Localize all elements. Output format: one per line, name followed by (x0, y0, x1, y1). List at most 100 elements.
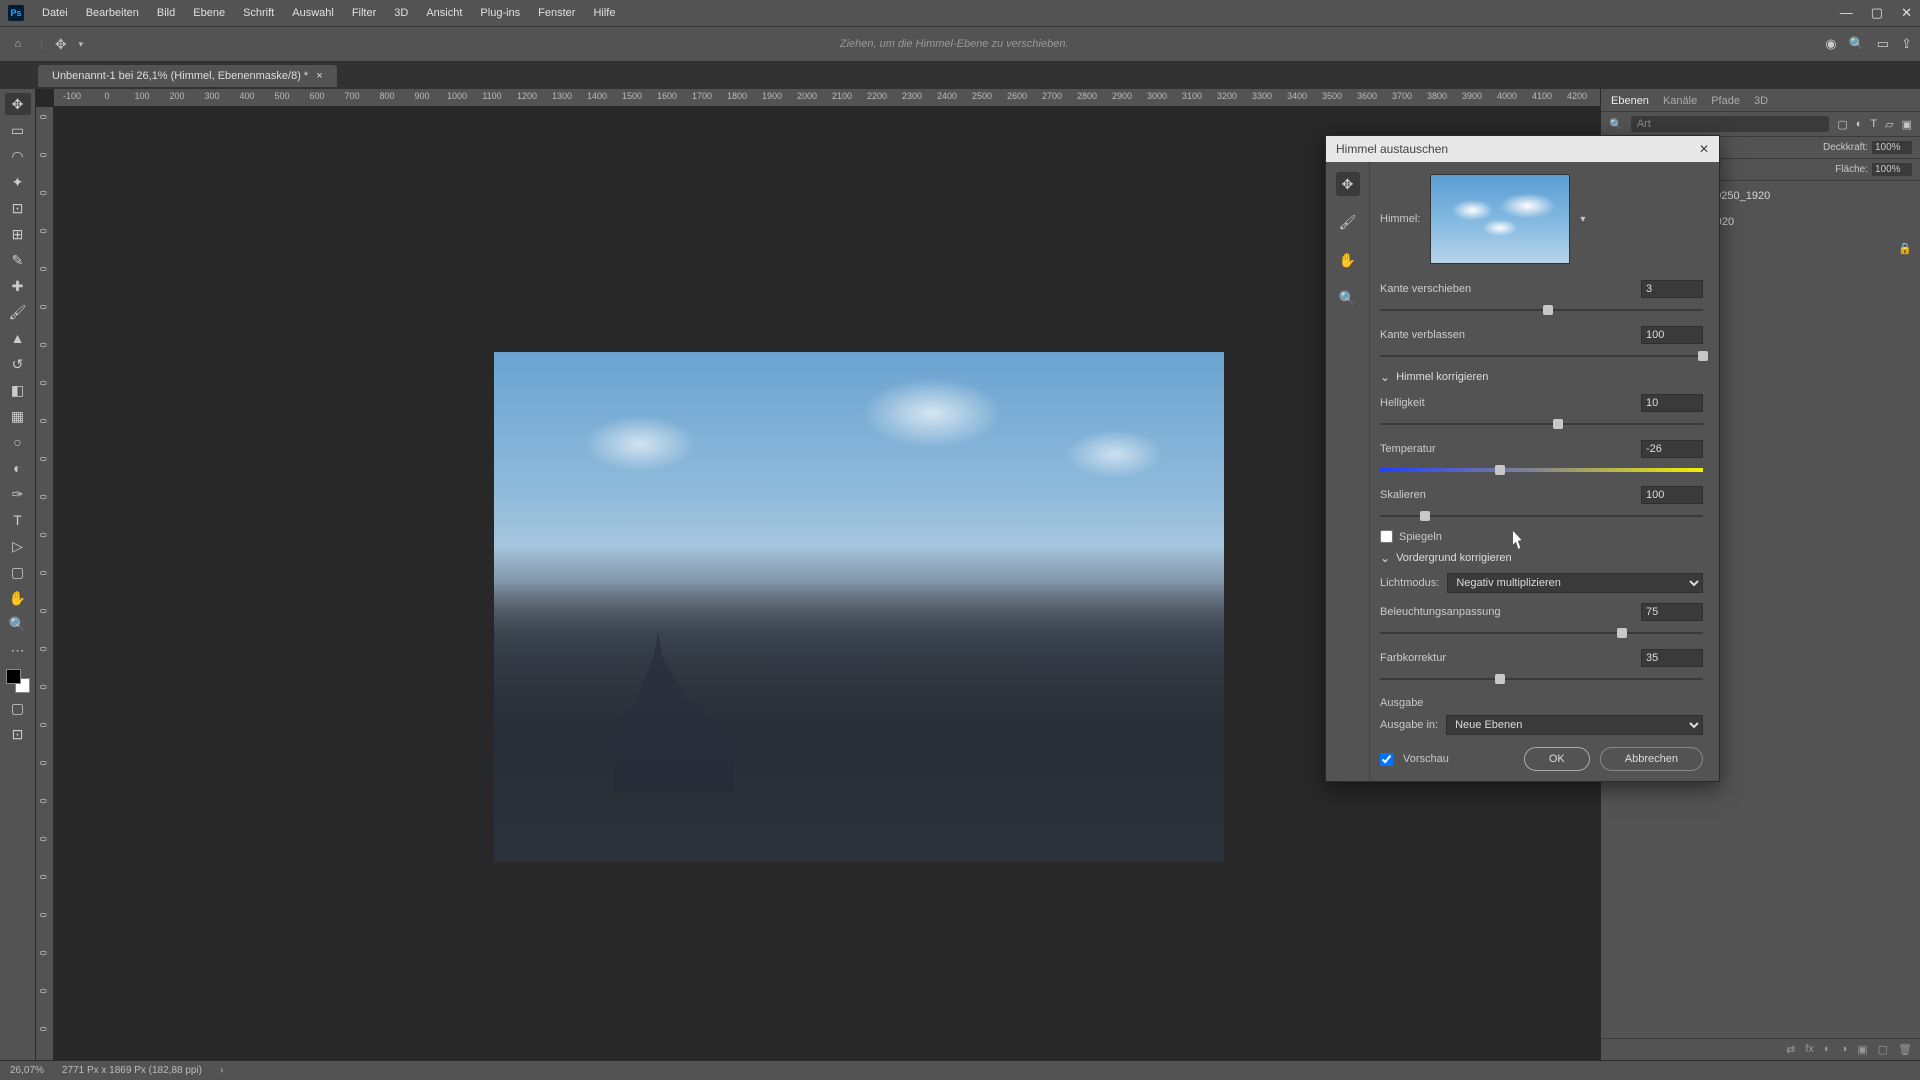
filter-image-icon[interactable]: ▢ (1837, 118, 1847, 131)
gradient-tool[interactable]: ▦ (5, 405, 31, 427)
tab-3d[interactable]: 3D (1754, 95, 1768, 107)
section-fg-correct[interactable]: Vordergrund korrigieren (1380, 551, 1703, 565)
chevron-right-icon[interactable]: › (220, 1065, 223, 1076)
lasso-tool[interactable]: ◠ (5, 145, 31, 167)
dialog-brush-tool[interactable]: 🖌 (1336, 210, 1360, 234)
eraser-tool[interactable]: ◧ (5, 379, 31, 401)
tab-ebenen[interactable]: Ebenen (1611, 95, 1649, 107)
filter-shape-icon[interactable]: ▱ (1885, 118, 1893, 131)
heal-tool[interactable]: ✚ (5, 275, 31, 297)
menu-ansicht[interactable]: Ansicht (426, 7, 462, 19)
fx-icon[interactable]: fx (1805, 1043, 1814, 1056)
eyedropper-tool[interactable]: ✎ (5, 249, 31, 271)
zoom-tool[interactable]: 🔍 (5, 613, 31, 635)
tab-close-icon[interactable]: × (316, 70, 322, 82)
minimize-icon[interactable]: — (1840, 5, 1853, 21)
menu-bild[interactable]: Bild (157, 7, 175, 19)
sky-preset-thumb[interactable] (1430, 174, 1570, 264)
trash-icon[interactable]: 🗑 (1898, 1043, 1912, 1056)
fill-input[interactable] (1872, 163, 1912, 176)
workspace-icon[interactable]: ▭ (1877, 36, 1889, 52)
edge-fade-input[interactable] (1641, 326, 1703, 344)
menu-plugins[interactable]: Plug-ins (480, 7, 520, 19)
menu-ebene[interactable]: Ebene (193, 7, 225, 19)
edge-shift-slider[interactable] (1380, 302, 1703, 318)
group-icon[interactable]: ▣ (1857, 1043, 1867, 1056)
tab-pfade[interactable]: Pfade (1711, 95, 1740, 107)
menu-auswahl[interactable]: Auswahl (292, 7, 334, 19)
menu-hilfe[interactable]: Hilfe (593, 7, 615, 19)
mask-icon[interactable]: ◐ (1824, 1043, 1831, 1056)
quickmask-tool[interactable]: ▢ (5, 697, 31, 719)
document-tab[interactable]: Unbenannt-1 bei 26,1% (Himmel, Ebenenmas… (38, 65, 337, 87)
lighting-slider[interactable] (1380, 625, 1703, 641)
opacity-input[interactable] (1872, 141, 1912, 154)
move-tool-icon[interactable]: ✥ (55, 36, 67, 53)
filter-smart-icon[interactable]: ▣ (1902, 118, 1912, 131)
preview-checkbox[interactable] (1380, 753, 1393, 766)
color-adj-input[interactable] (1641, 649, 1703, 667)
ruler-vertical[interactable]: 0000000000000000000000000 (36, 107, 54, 1060)
move-tool[interactable]: ✥ (5, 93, 31, 115)
tab-kanaele[interactable]: Kanäle (1663, 95, 1697, 107)
filter-type-icon[interactable]: T (1870, 118, 1877, 130)
pen-tool[interactable]: ✑ (5, 483, 31, 505)
doc-info[interactable]: 2771 Px x 1869 Px (182,88 ppi) (62, 1065, 202, 1076)
search-icon[interactable]: 🔍 (1849, 36, 1865, 52)
dialog-titlebar[interactable]: Himmel austauschen ✕ (1326, 136, 1719, 162)
lighting-input[interactable] (1641, 603, 1703, 621)
close-icon[interactable]: ✕ (1699, 142, 1709, 156)
output-select[interactable]: Neue Ebenen (1446, 715, 1703, 735)
temperature-slider[interactable] (1380, 462, 1703, 478)
hand-tool[interactable]: ✋ (5, 587, 31, 609)
layer-filter[interactable]: Art (1631, 116, 1830, 132)
menu-fenster[interactable]: Fenster (538, 7, 575, 19)
link-layers-icon[interactable]: ⇄ (1786, 1043, 1795, 1056)
stamp-tool[interactable]: ▲ (5, 327, 31, 349)
section-sky-correct[interactable]: Himmel korrigieren (1380, 370, 1703, 384)
dialog-move-tool[interactable]: ✥ (1336, 172, 1360, 196)
edge-shift-input[interactable] (1641, 280, 1703, 298)
menu-bearbeiten[interactable]: Bearbeiten (86, 7, 139, 19)
maximize-icon[interactable]: ▢ (1871, 5, 1883, 21)
shape-tool[interactable]: ▢ (5, 561, 31, 583)
ruler-horizontal[interactable]: -100010020030040050060070080090010001100… (54, 89, 1600, 107)
brush-tool[interactable]: 🖌 (5, 301, 31, 323)
share-icon[interactable]: ⇪ (1901, 36, 1912, 52)
fg-color-swatch[interactable] (6, 669, 21, 684)
close-icon[interactable]: ✕ (1901, 5, 1912, 21)
home-icon[interactable]: ⌂ (8, 35, 28, 53)
wand-tool[interactable]: ✦ (5, 171, 31, 193)
dialog-zoom-tool[interactable]: 🔍 (1336, 286, 1360, 310)
light-mode-select[interactable]: Negativ multiplizieren (1447, 573, 1703, 593)
frame-tool[interactable]: ⊞ (5, 223, 31, 245)
cancel-button[interactable]: Abbrechen (1600, 747, 1703, 771)
path-select-tool[interactable]: ▷ (5, 535, 31, 557)
menu-3d[interactable]: 3D (394, 7, 408, 19)
dialog-hand-tool[interactable]: ✋ (1336, 248, 1360, 272)
filter-adjust-icon[interactable]: ◐ (1856, 118, 1863, 130)
dodge-tool[interactable]: ◐ (5, 457, 31, 479)
temperature-input[interactable] (1641, 440, 1703, 458)
color-swatches[interactable] (6, 669, 30, 693)
menu-schrift[interactable]: Schrift (243, 7, 274, 19)
brightness-slider[interactable] (1380, 416, 1703, 432)
color-adj-slider[interactable] (1380, 671, 1703, 687)
adjustment-icon[interactable]: ◑ (1841, 1043, 1848, 1056)
flip-checkbox[interactable] (1380, 530, 1393, 543)
history-brush-tool[interactable]: ↺ (5, 353, 31, 375)
crop-tool[interactable]: ⊡ (5, 197, 31, 219)
more-tools[interactable]: ⋯ (5, 639, 31, 661)
search-icon[interactable]: 🔍 (1609, 118, 1623, 131)
scale-slider[interactable] (1380, 508, 1703, 524)
blur-tool[interactable]: ○ (5, 431, 31, 453)
chevron-down-icon[interactable]: ▾ (1580, 214, 1585, 225)
chevron-down-icon[interactable]: ▾ (79, 39, 84, 50)
screenmode-tool[interactable]: ⊡ (5, 723, 31, 745)
new-layer-icon[interactable]: ▢ (1878, 1043, 1888, 1056)
brightness-input[interactable] (1641, 394, 1703, 412)
zoom-level[interactable]: 26,07% (10, 1065, 44, 1076)
scale-input[interactable] (1641, 486, 1703, 504)
menu-datei[interactable]: Datei (42, 7, 68, 19)
type-tool[interactable]: T (5, 509, 31, 531)
